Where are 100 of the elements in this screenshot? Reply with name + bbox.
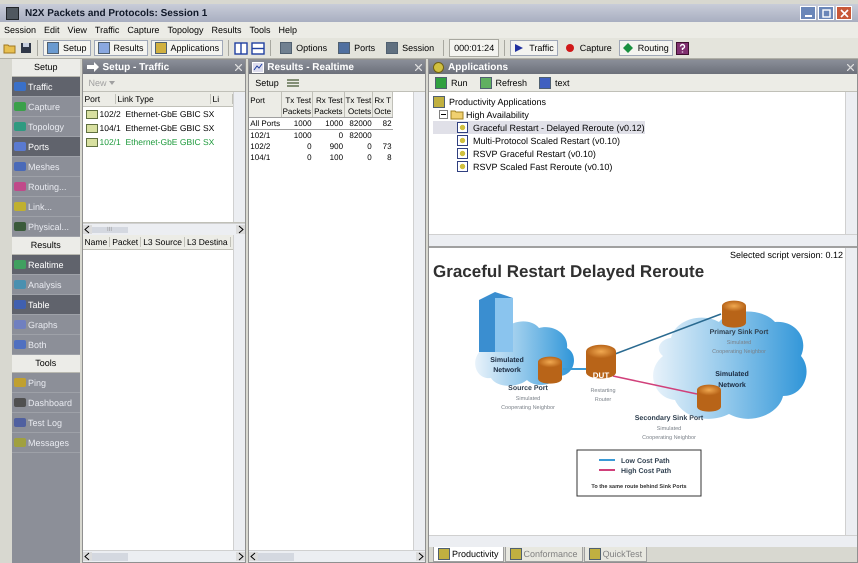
tree-item[interactable]: Graceful Restart - Delayed Reroute (v0.12) — [433, 121, 645, 134]
scroll-left-icon[interactable] — [82, 225, 92, 234]
close-icon[interactable] — [235, 64, 242, 70]
setup-button[interactable]: Setup — [251, 74, 283, 90]
menu-item[interactable]: View — [68, 25, 87, 35]
scroll-left-icon[interactable] — [82, 552, 92, 561]
column-header[interactable]: Port — [249, 92, 282, 118]
scroll-right-icon[interactable] — [416, 552, 425, 561]
tree-item[interactable]: Productivity Applications — [433, 95, 546, 108]
column-header[interactable]: Octe — [372, 106, 393, 118]
tree-item[interactable]: High Availability — [433, 108, 529, 121]
record-icon — [564, 43, 575, 53]
sidebar-item[interactable]: Realtime — [12, 255, 80, 275]
chart-icon — [252, 62, 264, 72]
scroll-thumb[interactable] — [258, 552, 294, 560]
column-header[interactable]: Link Type — [116, 94, 210, 104]
router-label: DUT — [592, 371, 610, 380]
scrollbar[interactable] — [233, 92, 246, 222]
menu-item[interactable]: Tools — [250, 25, 271, 35]
column-header[interactable]: Packets — [281, 106, 313, 118]
sidebar-item[interactable]: Table — [12, 295, 80, 315]
list-icon[interactable] — [286, 78, 299, 88]
port-row[interactable]: 102/1 Ethernet-GbE GBIC SX — [82, 135, 232, 149]
column-header[interactable]: Port — [82, 94, 116, 104]
scroll-right-icon[interactable] — [236, 225, 246, 234]
port-row[interactable]: 102/2 Ethernet-GbE GBIC SX — [82, 107, 232, 121]
column-header[interactable]: Octets — [344, 106, 373, 118]
menu-item[interactable]: Topology — [167, 25, 204, 35]
table-cell-text: 104/1 — [249, 152, 272, 163]
tree-item[interactable]: RSVP Graceful Restart (v0.10) — [433, 147, 596, 160]
script-heading: Graceful Restart Delayed Reroute — [433, 262, 706, 282]
app-icon — [6, 6, 19, 20]
scroll-left-icon[interactable] — [249, 552, 258, 561]
building-drawing — [479, 292, 513, 352]
sidebar-item[interactable]: Traffic — [12, 77, 80, 97]
minimize-button[interactable] — [800, 6, 816, 20]
minimize-icon — [804, 15, 812, 17]
tab[interactable]: Productivity — [433, 547, 504, 562]
view-button[interactable]: Applications — [150, 40, 224, 56]
toggle-button[interactable]: Routing — [618, 40, 673, 56]
scrollbar[interactable] — [82, 550, 246, 562]
toolbar-button[interactable]: text — [535, 74, 574, 90]
close-button[interactable] — [836, 6, 852, 20]
column-header[interactable]: Packets — [312, 106, 344, 118]
port-row[interactable]: 104/1 Ethernet-GbE GBIC SX — [82, 121, 232, 135]
arrow-icon — [86, 62, 100, 72]
panel-title: Results - Realtime — [267, 62, 355, 72]
elapsed-time: 000:01:24 — [449, 39, 500, 57]
section-heading: Results — [12, 237, 80, 255]
tool-button[interactable]: Session — [382, 40, 438, 56]
column-header[interactable]: Rx T — [372, 92, 393, 106]
close-icon[interactable] — [415, 64, 422, 70]
scrollbar[interactable] — [429, 234, 857, 246]
scroll-right-icon[interactable] — [236, 552, 246, 561]
table-cell-text: 0 — [306, 141, 313, 152]
column-header[interactable]: Name — [82, 237, 110, 247]
scrollbar[interactable] — [233, 235, 246, 550]
help-icon[interactable] — [676, 42, 689, 54]
menu-item[interactable]: Session — [4, 25, 36, 35]
menu-item[interactable]: Capture — [127, 25, 160, 35]
toggle-button[interactable]: Capture — [560, 40, 616, 56]
scrollbar[interactable] — [429, 535, 857, 547]
tree-item[interactable]: Multi-Protocol Scaled Restart (v0.10) — [433, 134, 620, 147]
column-header[interactable]: Packet — [110, 237, 142, 247]
tree-item[interactable]: RSVP Scaled Fast Reroute (v0.10) — [433, 160, 612, 173]
scrollbar[interactable] — [413, 92, 425, 550]
scrollbar[interactable] — [845, 92, 857, 234]
column-header[interactable]: L3 Destina — [184, 237, 231, 247]
menu-item[interactable]: Results — [211, 25, 242, 35]
scrollbar[interactable] — [845, 248, 857, 535]
menu-item[interactable]: Edit — [44, 25, 60, 35]
toggle-button[interactable]: Traffic — [510, 40, 558, 56]
tool-button[interactable]: Ports — [334, 40, 380, 56]
toolbar-button[interactable]: Refresh — [476, 74, 532, 90]
save-icon[interactable] — [20, 42, 32, 54]
connection-line — [563, 368, 589, 370]
panel-title: Setup - Traffic — [102, 62, 170, 72]
view-button[interactable]: Results — [94, 40, 148, 56]
menu-item[interactable]: Help — [278, 25, 298, 35]
diamond-icon — [622, 43, 633, 53]
split-columns-icon[interactable] — [234, 42, 248, 54]
close-icon[interactable] — [847, 64, 854, 70]
view-button[interactable]: Setup — [43, 40, 91, 56]
column-header[interactable]: L3 Source — [141, 237, 185, 247]
column-header[interactable]: Tx Test — [344, 92, 373, 106]
scrollbar[interactable] — [249, 550, 425, 562]
router-icon — [538, 356, 562, 384]
sidebar-item[interactable]: Ports — [12, 137, 80, 157]
scroll-thumb[interactable] — [92, 552, 128, 560]
maximize-button[interactable] — [818, 6, 834, 20]
collapse-icon[interactable] — [439, 110, 448, 119]
split-rows-icon[interactable] — [251, 42, 266, 54]
play-icon — [514, 43, 524, 53]
toolbar-button[interactable]: Run — [431, 74, 472, 90]
caret-icon — [108, 80, 115, 84]
tool-button[interactable]: Options — [276, 40, 332, 56]
menu-item[interactable]: Traffic — [94, 25, 120, 35]
table-cell: All Ports — [249, 118, 282, 130]
column-header[interactable]: Rx Test — [312, 92, 344, 106]
column-header[interactable]: Tx Test — [281, 92, 313, 106]
